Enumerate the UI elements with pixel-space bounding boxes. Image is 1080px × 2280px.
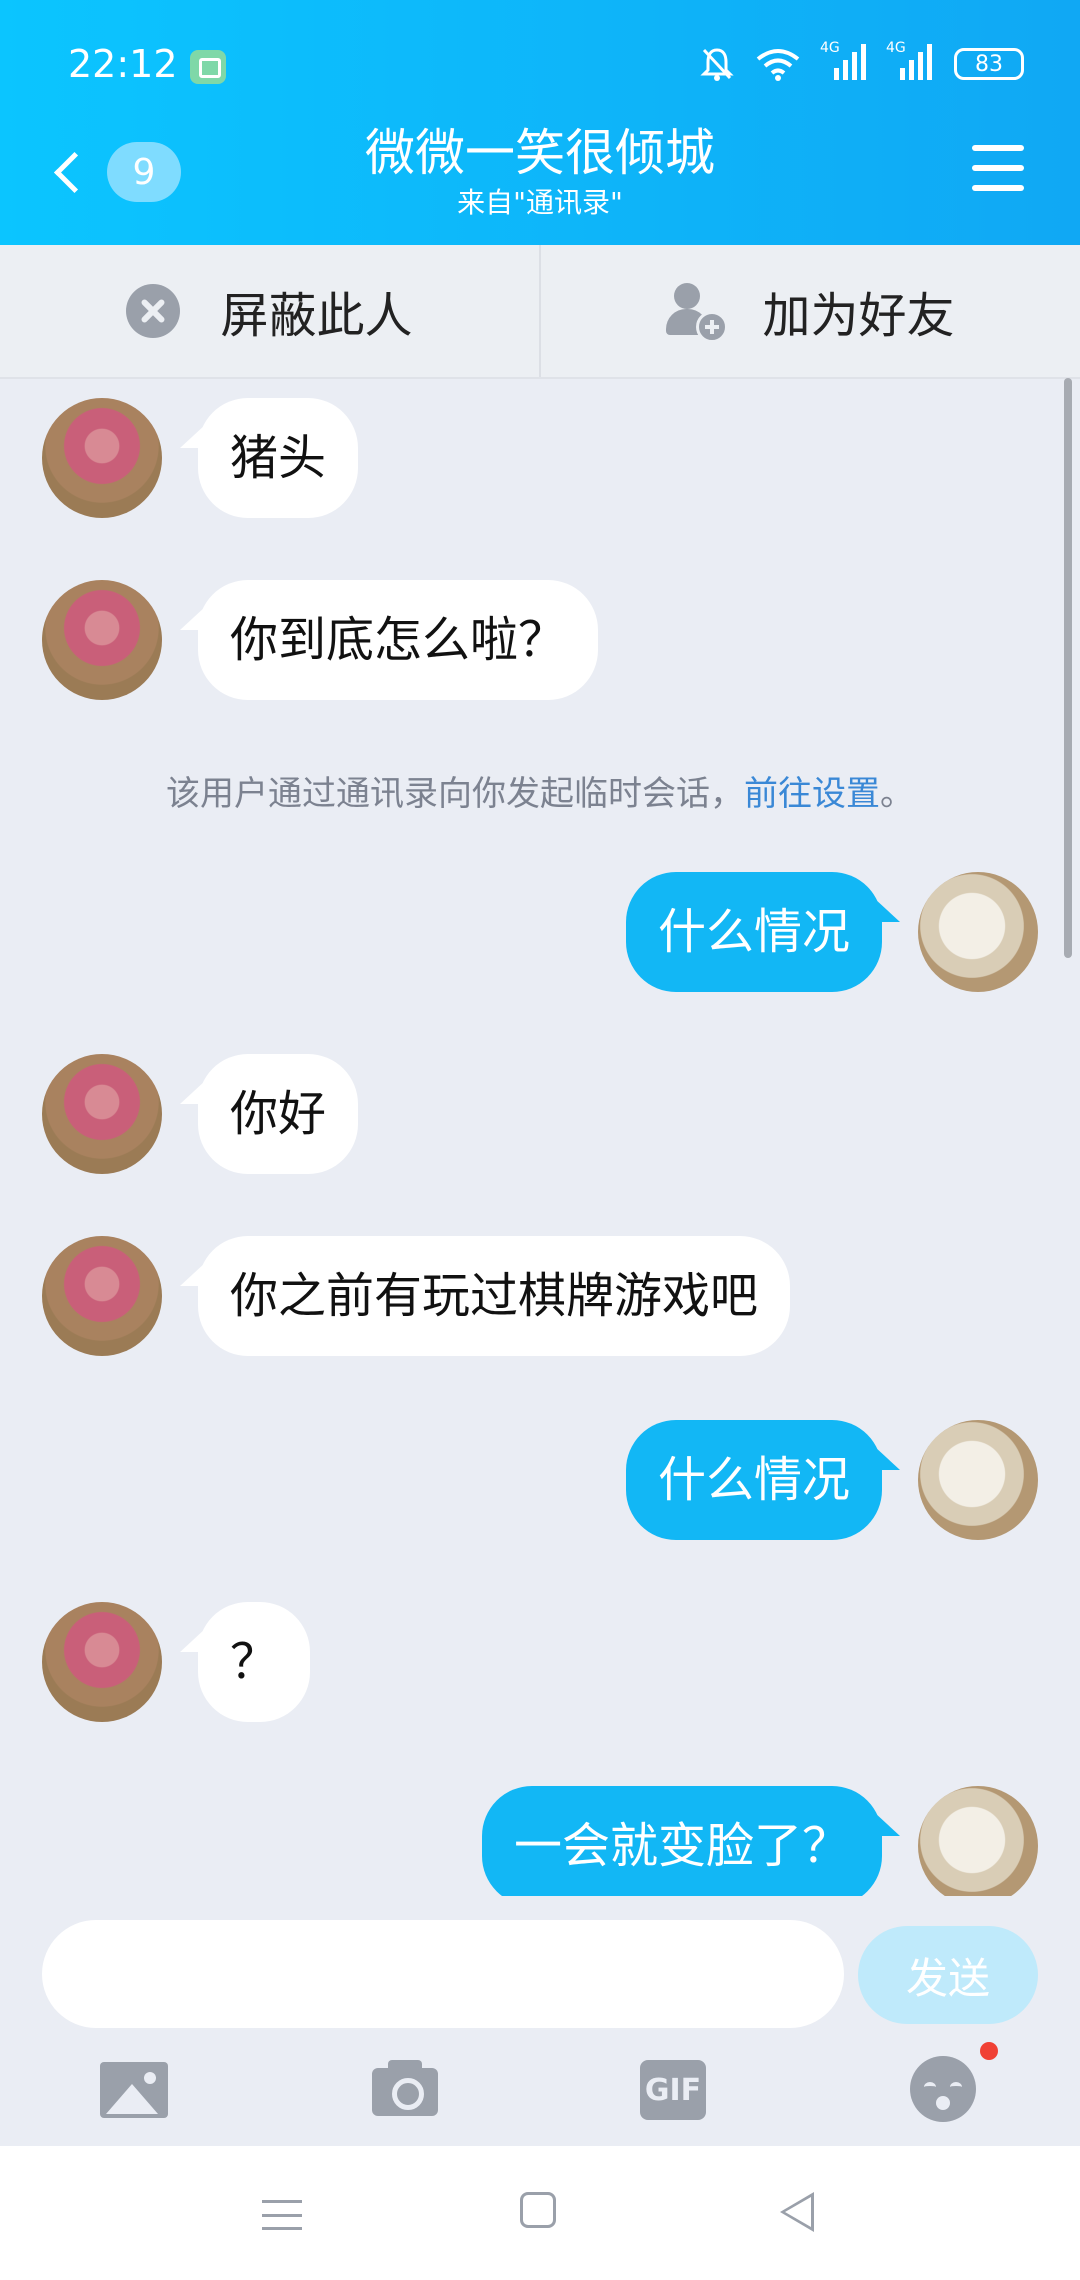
add-friend-button[interactable]: 加为好友 (539, 245, 1080, 377)
home-icon[interactable] (520, 2192, 556, 2228)
message-bubble[interactable]: 你到底怎么啦？ (198, 580, 599, 700)
menu-button[interactable] (972, 145, 1024, 191)
network-type-2: 4G (886, 40, 906, 56)
contact-avatar[interactable] (42, 1236, 162, 1356)
my-avatar[interactable] (918, 1786, 1038, 1896)
back-triangle-icon[interactable] (780, 2192, 814, 2232)
message-bubble[interactable]: 什么情况 (625, 872, 882, 992)
send-button[interactable]: 发送 (858, 1926, 1038, 2024)
message-list[interactable]: 猪头 你到底怎么啦？ 该用户通过通讯录向你发起临时会话，前往设置。 什么情况 你… (0, 378, 1080, 1896)
notice-text: 该用户通过通讯录向你发起临时会话， (166, 774, 744, 814)
message-incoming: 你之前有玩过棋牌游戏吧 (42, 1236, 791, 1356)
network-type-1: 4G (820, 40, 840, 56)
battery-icon: 83 (954, 48, 1024, 80)
signal-icon-2: 4G (886, 40, 932, 84)
compose-area: 发送 GIF (0, 1896, 1080, 2146)
temporary-chat-notice: 该用户通过通讯录向你发起临时会话，前往设置。 (0, 766, 1080, 815)
menu-line (972, 165, 1024, 171)
my-avatar[interactable] (918, 1420, 1038, 1540)
notice-end: 。 (880, 774, 914, 814)
add-friend-label: 加为好友 (762, 288, 955, 344)
app-notification-icon (190, 50, 226, 84)
chat-header: 22:12 4G 4G 83 9 微微一笑很倾城 来自"通讯录" (0, 0, 1080, 245)
message-outgoing: 什么情况 (625, 872, 1038, 992)
message-bubble[interactable]: 你好 (198, 1054, 359, 1174)
title-block: 微微一笑很倾城 来自"通讯录" (0, 120, 1080, 220)
gif-label: GIF (640, 2060, 706, 2120)
compose-toolbar: GIF (0, 2042, 1080, 2136)
add-friend-icon (666, 283, 729, 343)
block-user-button[interactable]: 屏蔽此人 (0, 245, 539, 377)
go-to-settings-link[interactable]: 前往设置 (744, 774, 880, 814)
message-incoming: 猪头 (42, 398, 359, 518)
mute-bell-icon (700, 48, 734, 81)
signal-icon-1: 4G (820, 40, 866, 84)
wifi-icon (756, 49, 800, 81)
camera-icon[interactable] (372, 2056, 452, 2126)
message-outgoing: 一会就变脸了？ (481, 1786, 1038, 1896)
menu-line (972, 185, 1024, 191)
message-bubble[interactable]: 猪头 (198, 398, 359, 518)
system-nav-bar (0, 2146, 1080, 2280)
message-incoming: 你到底怎么啦？ (42, 580, 599, 700)
block-icon (126, 284, 181, 338)
scrollbar[interactable] (1064, 378, 1072, 958)
contact-avatar[interactable] (42, 580, 162, 700)
message-outgoing: 什么情况 (625, 1420, 1038, 1540)
recent-apps-icon[interactable] (262, 2200, 302, 2230)
stranger-action-bar: 屏蔽此人 加为好友 (0, 245, 1080, 379)
gif-icon[interactable]: GIF (640, 2056, 720, 2126)
message-bubble[interactable]: 一会就变脸了？ (481, 1786, 882, 1896)
contact-avatar[interactable] (42, 398, 162, 518)
contact-avatar[interactable] (42, 1054, 162, 1174)
my-avatar[interactable] (918, 872, 1038, 992)
image-icon[interactable] (100, 2056, 180, 2126)
status-time: 22:12 (68, 42, 178, 86)
message-incoming: 你好 (42, 1054, 359, 1174)
status-icons: 4G 4G 83 (700, 40, 1024, 84)
message-bubble[interactable]: ？ (198, 1602, 311, 1722)
message-bubble[interactable]: 你之前有玩过棋牌游戏吧 (198, 1236, 791, 1356)
message-input[interactable] (42, 1920, 844, 2028)
message-incoming: ？ (42, 1602, 311, 1722)
message-bubble[interactable]: 什么情况 (625, 1420, 882, 1540)
emoji-icon[interactable] (910, 2042, 998, 2126)
page-subtitle: 来自"通讯录" (457, 186, 623, 219)
contact-avatar[interactable] (42, 1602, 162, 1722)
new-badge-dot (980, 2042, 998, 2060)
page-title: 微微一笑很倾城 (365, 124, 715, 182)
menu-line (972, 145, 1024, 151)
block-user-label: 屏蔽此人 (220, 288, 413, 344)
